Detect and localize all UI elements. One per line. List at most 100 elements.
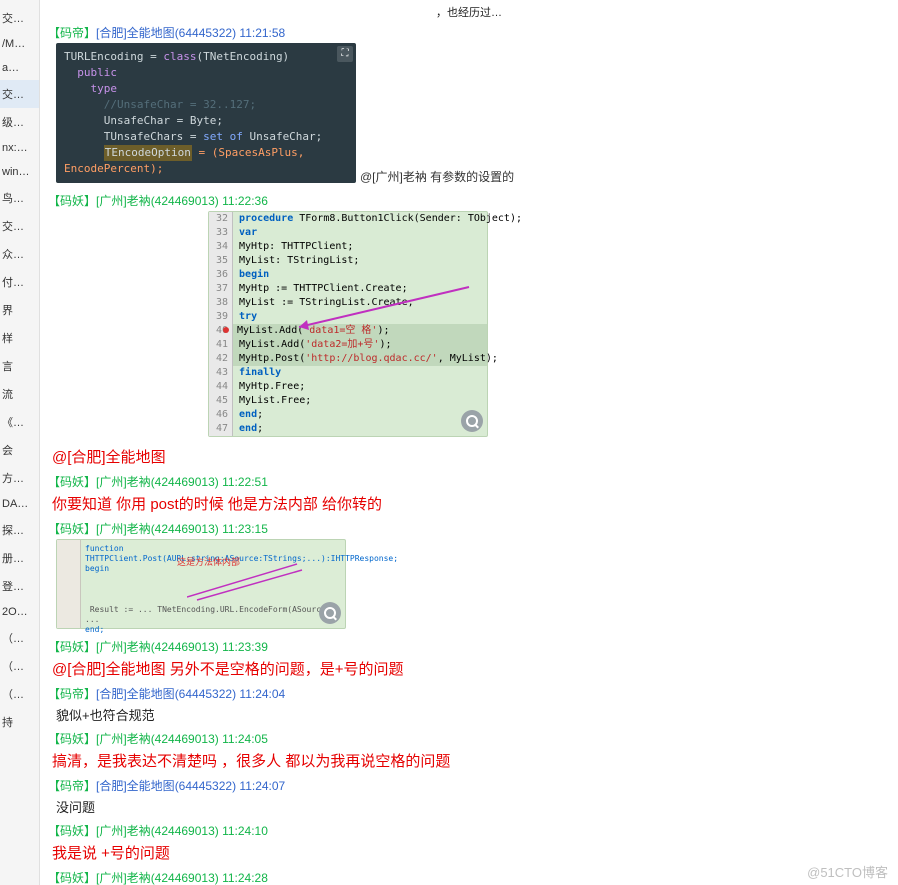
zoom-icon[interactable]: [461, 410, 483, 432]
message-body: 我是说 +号的问题: [52, 842, 890, 863]
code-screenshot-light[interactable]: 32 procedure TForm8.Button1Click(Sender:…: [208, 211, 488, 437]
sidebar-item-12[interactable]: 样: [0, 324, 39, 352]
sidebar-item-22[interactable]: 2O…: [0, 600, 39, 624]
user-nick: [广州]老衲: [96, 640, 151, 654]
message: 【码帝】[合肥]全能地图(64445322) 11:24:04: [48, 685, 890, 702]
annotation-label: 这是方法体内部: [177, 558, 240, 570]
user-nick: [广州]老衲: [96, 871, 151, 885]
sidebar-item-4[interactable]: 级…: [0, 108, 39, 136]
message: 【码妖】[广州]老衲(424469013) 11:24:10: [48, 822, 890, 839]
truncated-header: ，也经历过…: [48, 4, 890, 20]
message-header: 【码妖】[广州]老衲(424469013) 11:22:36: [48, 192, 890, 209]
user-meta: (424469013) 11:24:28: [151, 871, 268, 885]
message: 【码妖】[广州]老衲(424469013) 11:22:36 32 proced…: [48, 192, 890, 443]
user-meta: (424469013) 11:22:51: [151, 475, 268, 489]
user-nick: [合肥]全能地图: [96, 779, 175, 793]
message: 【码妖】[广州]老衲(424469013) 11:24:28: [48, 869, 890, 885]
message: 【码妖】[广州]老衲(424469013) 11:22:51: [48, 473, 890, 490]
message-body: 搞清，是我表达不清楚吗 ，很多人 都以为我再说空格的问题: [52, 750, 890, 771]
user-meta: (64445322) 11:21:58: [175, 26, 286, 40]
user-meta: (424469013) 11:24:10: [151, 824, 268, 838]
chat-pane: ，也经历过… 【码帝】[合肥]全能地图(64445322) 11:21:58 ⛶…: [40, 0, 898, 885]
user-tag: 【码帝】: [48, 779, 96, 793]
user-meta: (64445322) 11:24:04: [175, 687, 286, 701]
message-header: 【码帝】[合肥]全能地图(64445322) 11:24:07: [48, 777, 890, 794]
user-meta: (424469013) 11:22:36: [151, 194, 268, 208]
user-tag: 【码妖】: [48, 640, 96, 654]
user-tag: 【码妖】: [48, 824, 96, 838]
watermark: @51CTO博客: [807, 862, 888, 881]
message: 搞清，是我表达不清楚吗 ，很多人 都以为我再说空格的问题: [48, 750, 890, 771]
message-body: 你要知道 你用 post的时候 他是方法内部 给你转的: [52, 493, 890, 514]
sidebar-item-13[interactable]: 言: [0, 352, 39, 380]
message-header: 【码帝】[合肥]全能地图(64445322) 11:21:58: [48, 24, 890, 41]
sidebar-item-2[interactable]: a…: [0, 56, 39, 80]
message-body: @[合肥]全能地图: [52, 446, 890, 467]
zoom-icon[interactable]: [319, 602, 341, 624]
user-tag: 【码妖】: [48, 194, 96, 208]
message: 【码妖】[广州]老衲(424469013) 11:23:15 function …: [48, 520, 890, 635]
sidebar-item-0[interactable]: 交…: [0, 4, 39, 32]
message: 我是说 +号的问题: [48, 842, 890, 863]
sidebar-item-26[interactable]: 持: [0, 708, 39, 736]
message-header: 【码妖】[广州]老衲(424469013) 11:24:05: [48, 730, 890, 747]
sidebar-item-20[interactable]: 册…: [0, 544, 39, 572]
sidebar-item-24[interactable]: （…: [0, 652, 39, 680]
message: 没问题: [48, 797, 890, 816]
user-meta: (424469013) 11:23:15: [151, 522, 268, 536]
user-nick: [合肥]全能地图: [96, 687, 175, 701]
message: 【码妖】[广州]老衲(424469013) 11:24:05: [48, 730, 890, 747]
sidebar-item-8[interactable]: 交…: [0, 212, 39, 240]
sidebar-item-23[interactable]: （…: [0, 624, 39, 652]
user-nick: [广州]老衲: [96, 194, 151, 208]
sidebar: 交…/M…a…交…级…nx:…win…鸟…交…众…付…界样言流《…会方…DA…探…: [0, 0, 40, 885]
user-tag: 【码帝】: [48, 687, 96, 701]
code-screenshot-wide[interactable]: function THTTPClient.Post(AURL:string;AS…: [56, 539, 346, 629]
sidebar-item-6[interactable]: win…: [0, 160, 39, 184]
sidebar-item-16[interactable]: 会: [0, 436, 39, 464]
sidebar-item-19[interactable]: 探…: [0, 516, 39, 544]
message: @[合肥]全能地图: [48, 446, 890, 467]
message: 【码妖】[广州]老衲(424469013) 11:23:39: [48, 638, 890, 655]
user-nick: [广州]老衲: [96, 824, 151, 838]
message-header: 【码妖】[广州]老衲(424469013) 11:24:10: [48, 822, 890, 839]
user-tag: 【码妖】: [48, 522, 96, 536]
sidebar-item-9[interactable]: 众…: [0, 240, 39, 268]
message-header: 【码帝】[合肥]全能地图(64445322) 11:24:04: [48, 685, 890, 702]
message: @[合肥]全能地图 另外不是空格的问题，是+号的问题: [48, 658, 890, 679]
message: 【码帝】[合肥]全能地图(64445322) 11:21:58 ⛶ TURLEn…: [48, 24, 890, 189]
sidebar-item-10[interactable]: 付…: [0, 268, 39, 296]
sidebar-item-3[interactable]: 交…: [0, 80, 39, 108]
sidebar-item-11[interactable]: 界: [0, 296, 39, 324]
sidebar-item-14[interactable]: 流: [0, 380, 39, 408]
sidebar-item-5[interactable]: nx:…: [0, 136, 39, 160]
message: 你要知道 你用 post的时候 他是方法内部 给你转的: [48, 493, 890, 514]
message-body: 没问题: [56, 797, 890, 816]
message-header: 【码妖】[广州]老衲(424469013) 11:23:39: [48, 638, 890, 655]
user-tag: 【码妖】: [48, 732, 96, 746]
message-body: 貌似+也符合规范: [56, 705, 890, 724]
message-header: 【码妖】[广州]老衲(424469013) 11:22:51: [48, 473, 890, 490]
user-meta: (424469013) 11:24:05: [151, 732, 268, 746]
image-caption: @[广州]老衲 有参数的设置的: [360, 168, 514, 185]
sidebar-item-18[interactable]: DA…: [0, 492, 39, 516]
user-tag: 【码帝】: [48, 26, 96, 40]
user-meta: (424469013) 11:23:39: [151, 640, 268, 654]
sidebar-item-15[interactable]: 《…: [0, 408, 39, 436]
user-meta: (64445322) 11:24:07: [175, 779, 286, 793]
sidebar-item-21[interactable]: 登…: [0, 572, 39, 600]
sidebar-item-17[interactable]: 方…: [0, 464, 39, 492]
user-nick: [合肥]全能地图: [96, 26, 175, 40]
user-nick: [广州]老衲: [96, 522, 151, 536]
expand-icon[interactable]: ⛶: [337, 46, 353, 62]
message-body: @[合肥]全能地图 另外不是空格的问题，是+号的问题: [52, 658, 890, 679]
code-screenshot-dark[interactable]: ⛶ TURLEncoding = class(TNetEncoding) pub…: [56, 43, 356, 183]
user-tag: 【码妖】: [48, 871, 96, 885]
user-nick: [广州]老衲: [96, 732, 151, 746]
message-header: 【码妖】[广州]老衲(424469013) 11:24:28: [48, 869, 890, 885]
message: 貌似+也符合规范: [48, 705, 890, 724]
user-nick: [广州]老衲: [96, 475, 151, 489]
sidebar-item-1[interactable]: /M…: [0, 32, 39, 56]
sidebar-item-25[interactable]: （…: [0, 680, 39, 708]
sidebar-item-7[interactable]: 鸟…: [0, 184, 39, 212]
